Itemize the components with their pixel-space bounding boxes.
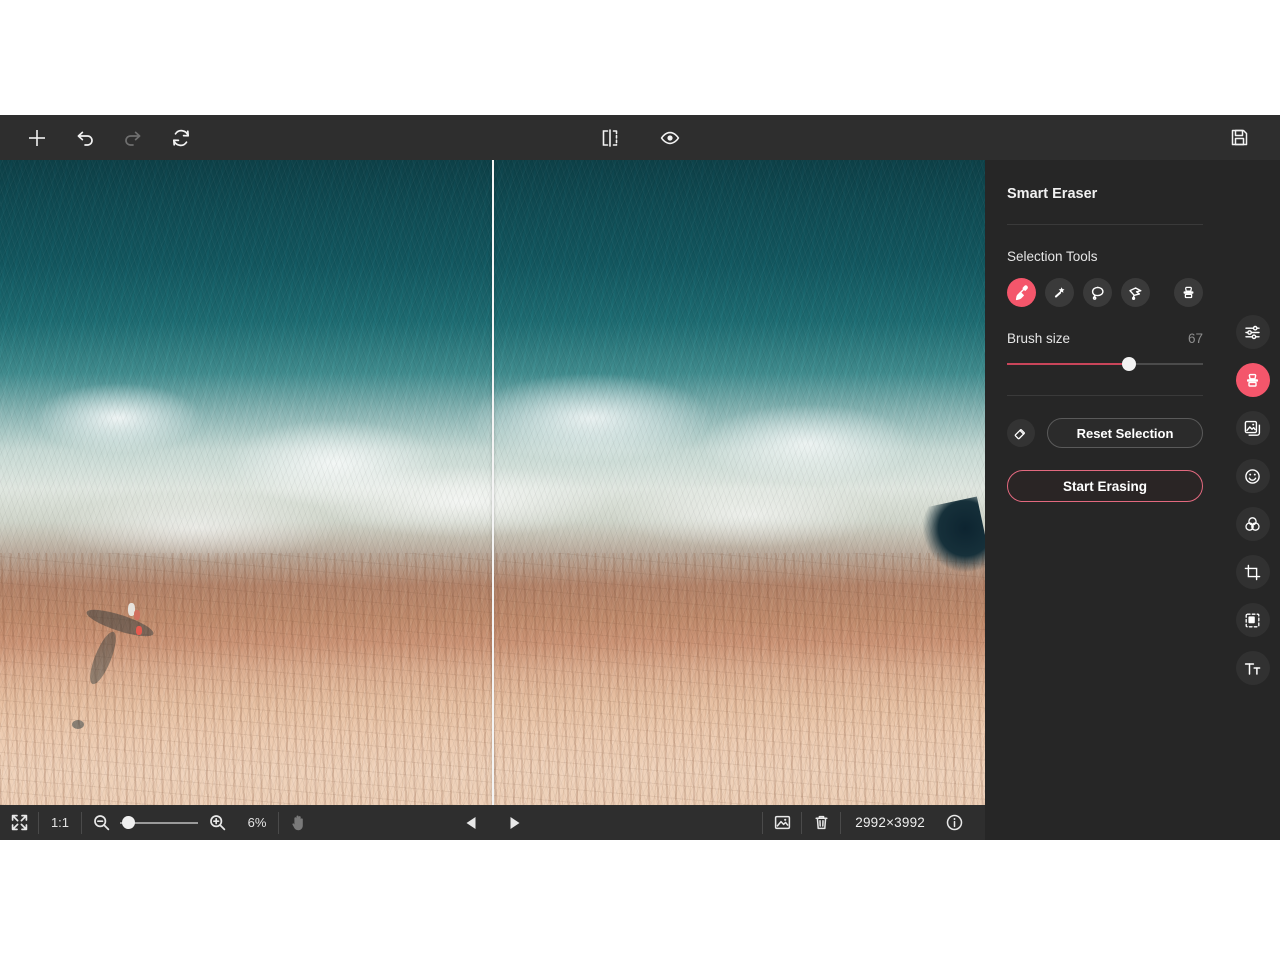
eye-icon[interactable] <box>653 121 687 155</box>
start-erasing-button[interactable]: Start Erasing <box>1007 470 1203 502</box>
reset-selection-row: Reset Selection <box>1007 418 1203 448</box>
lasso-tool[interactable] <box>1083 278 1112 307</box>
top-toolbar-right-group <box>1222 121 1280 155</box>
text-icon[interactable] <box>1235 651 1270 685</box>
adjustments-icon[interactable] <box>1235 315 1270 349</box>
info-icon[interactable] <box>935 805 973 840</box>
brush-slider-fill <box>1007 363 1129 365</box>
editor-body: 1:1 6% 2992×3992 Smart Eraser Selection … <box>0 160 1280 840</box>
bottom-toolbar-right-group: 2992×3992 <box>762 805 985 840</box>
reset-selection-button[interactable]: Reset Selection <box>1047 418 1203 448</box>
crop-icon[interactable] <box>1235 555 1270 589</box>
next-image-icon[interactable] <box>500 805 528 840</box>
eraser-stamp-icon[interactable] <box>1235 363 1270 397</box>
magic-wand-tool[interactable] <box>1045 278 1074 307</box>
compare-split-icon[interactable] <box>593 121 627 155</box>
brush-size-slider[interactable] <box>1007 355 1203 373</box>
photos-icon[interactable] <box>1235 411 1270 445</box>
selection-tools-label: Selection Tools <box>1007 249 1098 264</box>
previous-image-icon[interactable] <box>458 805 486 840</box>
delete-icon[interactable] <box>802 805 840 840</box>
image-canvas[interactable] <box>0 160 985 805</box>
person-figure <box>134 610 140 620</box>
zoom-in-icon[interactable] <box>198 805 236 840</box>
undo-icon[interactable] <box>68 121 102 155</box>
brush-size-row: Brush size 67 <box>1007 331 1203 346</box>
cutout-icon[interactable] <box>1235 603 1270 637</box>
image-dimensions-label: 2992×3992 <box>855 815 925 830</box>
top-toolbar-left-group <box>0 121 198 155</box>
retouch-smiley-icon[interactable] <box>1235 459 1270 493</box>
bottom-toolbar: 1:1 6% 2992×3992 <box>0 805 985 840</box>
tool-panel: Smart Eraser Selection Tools Brush size … <box>985 160 1225 840</box>
polygon-lasso-tool[interactable] <box>1121 278 1150 307</box>
brush-slider-knob[interactable] <box>1121 357 1136 371</box>
eraser-icon[interactable] <box>1007 419 1035 447</box>
selection-tools-row <box>1007 278 1203 307</box>
zoom-slider[interactable] <box>120 805 198 840</box>
hand-pan-icon[interactable] <box>279 805 317 840</box>
bottom-toolbar-left-group: 1:1 6% <box>0 805 317 840</box>
zoom-ratio-label[interactable]: 1:1 <box>39 815 81 830</box>
sand-shadow <box>72 720 84 729</box>
editor-window: 1:1 6% 2992×3992 Smart Eraser Selection … <box>0 115 1280 840</box>
right-rail <box>1225 160 1280 840</box>
fit-to-screen-icon[interactable] <box>0 805 38 840</box>
add-icon[interactable] <box>20 121 54 155</box>
top-toolbar <box>0 115 1280 160</box>
clone-stamp-tool[interactable] <box>1174 278 1203 307</box>
image-icon[interactable] <box>763 805 801 840</box>
person-figure <box>136 626 142 635</box>
save-icon[interactable] <box>1222 121 1256 155</box>
brush-tool[interactable] <box>1007 278 1036 307</box>
brush-size-label: Brush size <box>1007 331 1071 346</box>
zoom-slider-knob[interactable] <box>122 816 135 829</box>
zoom-out-icon[interactable] <box>82 805 120 840</box>
compare-split-handle[interactable] <box>492 160 494 805</box>
divider <box>1007 395 1203 396</box>
panel-title: Smart Eraser <box>1007 160 1203 225</box>
color-circles-icon[interactable] <box>1235 507 1270 541</box>
brush-size-value: 67 <box>1187 331 1203 346</box>
zoom-level-label[interactable]: 6% <box>236 815 278 830</box>
reset-icon[interactable] <box>164 121 198 155</box>
canvas-area: 1:1 6% 2992×3992 <box>0 160 985 840</box>
redo-icon[interactable] <box>116 121 150 155</box>
